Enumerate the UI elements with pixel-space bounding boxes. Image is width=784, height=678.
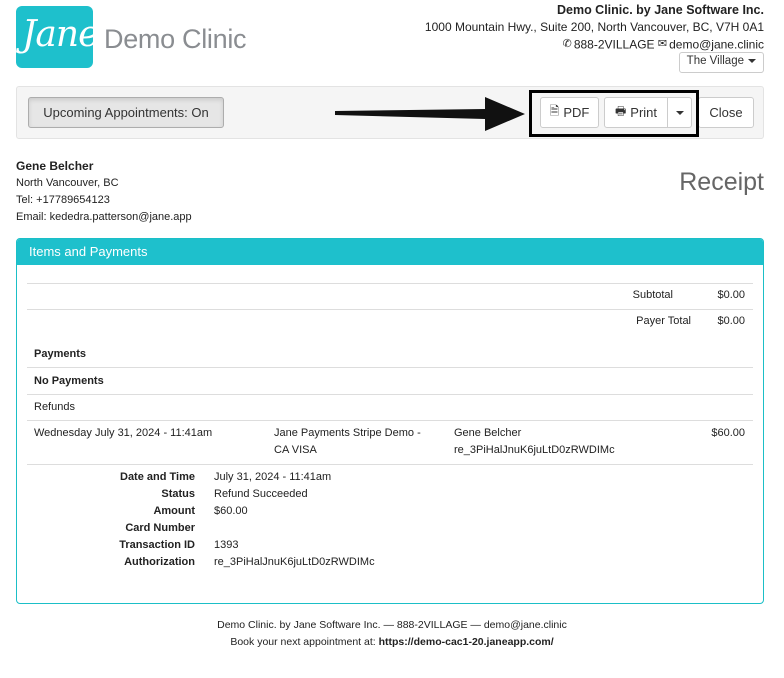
location-dropdown[interactable]: The Village bbox=[678, 52, 764, 73]
subtotal-label: Subtotal bbox=[632, 289, 673, 301]
divider bbox=[27, 367, 753, 368]
divider bbox=[27, 394, 753, 395]
payments-heading: Payments bbox=[34, 348, 86, 360]
jane-logo: Jane bbox=[16, 6, 99, 68]
refund-method-line2: CA VISA bbox=[274, 444, 317, 456]
clinic-email[interactable]: demo@jane.clinic bbox=[669, 37, 764, 51]
no-payments-text: No Payments bbox=[34, 375, 104, 387]
detail-label: Date and Time bbox=[120, 471, 195, 483]
upcoming-appointments-toggle[interactable]: Upcoming Appointments: On bbox=[28, 97, 224, 128]
refunds-heading: Refunds bbox=[34, 401, 75, 413]
clinic-contact: Demo Clinic. by Jane Software Inc. 1000 … bbox=[425, 2, 764, 53]
divider bbox=[27, 309, 753, 310]
payer-total-label: Payer Total bbox=[636, 315, 691, 327]
payer-total-value: $0.00 bbox=[717, 315, 745, 327]
divider bbox=[27, 283, 753, 284]
detail-value: July 31, 2024 - 11:41am bbox=[214, 471, 332, 483]
close-button[interactable]: Close bbox=[698, 97, 754, 128]
clinic-address: 1000 Mountain Hwy., Suite 200, North Van… bbox=[424, 20, 764, 34]
annotation-highlight-box bbox=[529, 90, 699, 137]
booking-link[interactable]: https://demo-cac1-20.janeapp.com/ bbox=[379, 636, 554, 648]
refund-amount: $60.00 bbox=[711, 427, 745, 439]
detail-label: Amount bbox=[153, 505, 195, 517]
patient-info: Gene Belcher North Vancouver, BC Tel: +1… bbox=[16, 158, 192, 226]
detail-label: Status bbox=[161, 488, 195, 500]
refund-date: Wednesday July 31, 2024 - 11:41am bbox=[34, 427, 213, 439]
footer-booking-text: Book your next appointment at: bbox=[230, 636, 379, 648]
detail-value: re_3PiHalJnuK6juLtD0zRWDIMc bbox=[214, 556, 375, 568]
subtotal-value: $0.00 bbox=[717, 289, 745, 301]
divider bbox=[27, 464, 753, 465]
clinic-name-logo: Demo Clinic bbox=[104, 24, 247, 54]
refund-payer: Gene Belcher bbox=[454, 427, 522, 439]
footer: Demo Clinic. by Jane Software Inc. — 888… bbox=[0, 617, 784, 651]
refund-reference: re_3PiHalJnuK6juLtD0zRWDIMc bbox=[454, 444, 615, 456]
detail-label: Transaction ID bbox=[119, 539, 195, 551]
patient-email: Email: kededra.patterson@jane.app bbox=[16, 211, 192, 223]
refund-method-line1: Jane Payments Stripe Demo - bbox=[274, 427, 421, 439]
page-title: Receipt bbox=[679, 168, 764, 196]
detail-label: Authorization bbox=[124, 556, 195, 568]
divider bbox=[27, 420, 753, 421]
clinic-org-name: Demo Clinic. by Jane Software Inc. bbox=[556, 3, 764, 17]
logo-text: Jane bbox=[22, 14, 99, 55]
footer-contact: Demo Clinic. by Jane Software Inc. — 888… bbox=[217, 619, 567, 631]
caret-down-icon bbox=[748, 58, 756, 63]
detail-label: Card Number bbox=[125, 522, 195, 534]
clinic-phone[interactable]: 888-2VILLAGE bbox=[574, 37, 655, 51]
patient-city: North Vancouver, BC bbox=[16, 177, 119, 189]
panel-title: Items and Payments bbox=[17, 239, 763, 265]
patient-tel: Tel: +17789654123 bbox=[16, 194, 110, 206]
detail-value: $60.00 bbox=[214, 505, 248, 517]
location-label: The Village bbox=[686, 55, 744, 67]
envelope-icon: ✉ bbox=[657, 38, 668, 51]
phone-icon: ✆ bbox=[562, 38, 572, 51]
detail-value: Refund Succeeded bbox=[214, 488, 308, 500]
patient-name: Gene Belcher bbox=[16, 159, 94, 173]
detail-value: 1393 bbox=[214, 539, 239, 551]
annotation-arrow-icon bbox=[335, 97, 525, 131]
items-payments-panel: Items and Payments Subtotal $0.00 Payer … bbox=[16, 238, 764, 604]
